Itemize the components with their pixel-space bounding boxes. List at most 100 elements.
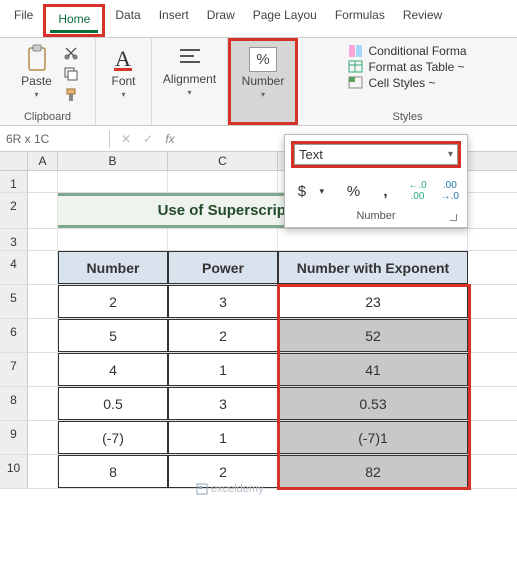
- cell[interactable]: [28, 171, 58, 192]
- row-header[interactable]: 5: [0, 285, 28, 318]
- tab-data[interactable]: Data: [107, 4, 148, 37]
- popout-group-label: Number: [291, 210, 461, 225]
- format-as-table-button[interactable]: Format as Table ~: [348, 60, 466, 74]
- cell[interactable]: [168, 229, 278, 250]
- cell-power[interactable]: 3: [168, 387, 278, 420]
- cell[interactable]: [28, 387, 58, 420]
- clipboard-group-label: Clipboard: [24, 109, 71, 123]
- cell[interactable]: [28, 353, 58, 386]
- row-4: 4 Number Power Number with Exponent: [0, 251, 517, 285]
- cell-number[interactable]: 8: [58, 455, 168, 488]
- cell-styles-button[interactable]: Cell Styles ~: [348, 76, 466, 90]
- cell-number[interactable]: 5: [58, 319, 168, 352]
- cell[interactable]: [58, 171, 168, 192]
- cell[interactable]: [28, 193, 58, 228]
- cell[interactable]: [28, 455, 58, 488]
- percent-icon: %: [249, 47, 276, 72]
- alignment-label: Alignment: [163, 72, 216, 86]
- cell[interactable]: [58, 229, 168, 250]
- cell-exponent[interactable]: 41: [278, 353, 468, 386]
- header-exponent[interactable]: Number with Exponent: [278, 251, 468, 284]
- cell[interactable]: [168, 171, 278, 192]
- tab-draw[interactable]: Draw: [199, 4, 243, 37]
- row-header[interactable]: 9: [0, 421, 28, 454]
- row-header[interactable]: 6: [0, 319, 28, 352]
- chevron-down-icon: ▾: [187, 88, 191, 97]
- col-header-b[interactable]: B: [58, 152, 168, 170]
- format-painter-button[interactable]: [62, 86, 80, 104]
- fx-button[interactable]: fx: [162, 132, 178, 146]
- brush-icon: [64, 88, 78, 102]
- cell-number[interactable]: 4: [58, 353, 168, 386]
- cell-number[interactable]: 2: [58, 285, 168, 318]
- row-header[interactable]: 2: [0, 193, 28, 228]
- header-number[interactable]: Number: [58, 251, 168, 284]
- col-header-c[interactable]: C: [168, 152, 278, 170]
- increase-decimal-button[interactable]: ←.0.00: [408, 180, 426, 202]
- ribbon-group-alignment: Alignment ▾: [152, 38, 228, 125]
- cell-exponent[interactable]: 0.53: [278, 387, 468, 420]
- decrease-decimal-button[interactable]: .00→.0: [441, 180, 459, 202]
- name-box[interactable]: 6R x 1C: [0, 130, 110, 148]
- row-header[interactable]: 1: [0, 171, 28, 192]
- comma-button[interactable]: ,: [376, 183, 394, 200]
- currency-dropdown[interactable]: ▾: [313, 186, 331, 197]
- tab-home[interactable]: Home: [50, 8, 98, 33]
- cell-number[interactable]: (-7): [58, 421, 168, 454]
- select-all-cell[interactable]: [0, 152, 28, 170]
- format-as-table-label: Format as Table ~: [368, 60, 464, 74]
- ribbon: Paste ▾ Clipboard A Font ▾ Alignment ▾: [0, 38, 517, 126]
- row-header[interactable]: 4: [0, 251, 28, 284]
- chevron-down-icon: ▾: [121, 90, 125, 99]
- cell[interactable]: [28, 319, 58, 352]
- conditional-formatting-button[interactable]: Conditional Forma: [348, 44, 466, 58]
- paste-button[interactable]: Paste ▾: [15, 42, 58, 101]
- cell-power[interactable]: 2: [168, 319, 278, 352]
- copy-button[interactable]: [62, 65, 80, 83]
- chevron-down-icon: ▾: [448, 149, 453, 160]
- row-header[interactable]: 10: [0, 455, 28, 488]
- tab-file[interactable]: File: [6, 4, 41, 37]
- col-header-a[interactable]: A: [28, 152, 58, 170]
- cell[interactable]: [28, 251, 58, 284]
- row-header[interactable]: 7: [0, 353, 28, 386]
- currency-button[interactable]: $: [293, 183, 311, 200]
- tab-formulas[interactable]: Formulas: [327, 4, 393, 37]
- conditional-format-icon: [348, 44, 364, 58]
- cell-styles-icon: [348, 76, 364, 90]
- cell-exponent[interactable]: (-7)1: [278, 421, 468, 454]
- cut-button[interactable]: [62, 44, 80, 62]
- cell-power[interactable]: 3: [168, 285, 278, 318]
- cell-exponent[interactable]: 82: [278, 455, 468, 488]
- cell-power[interactable]: 1: [168, 421, 278, 454]
- cell-power[interactable]: 1: [168, 353, 278, 386]
- row-header[interactable]: 8: [0, 387, 28, 420]
- cell-number[interactable]: 0.5: [58, 387, 168, 420]
- confirm-formula-button[interactable]: ✓: [140, 132, 156, 146]
- cell[interactable]: [278, 229, 468, 250]
- svg-text:A: A: [115, 46, 131, 71]
- chevron-down-icon: ▾: [34, 90, 38, 99]
- alignment-button[interactable]: Alignment ▾: [157, 42, 222, 99]
- cell[interactable]: [28, 285, 58, 318]
- row-header[interactable]: 3: [0, 229, 28, 250]
- row-7: 7 4 1 41: [0, 353, 517, 387]
- ribbon-group-clipboard: Paste ▾ Clipboard: [0, 38, 96, 125]
- number-format-value: Text: [299, 147, 323, 162]
- number-format-button[interactable]: % Number ▾: [236, 45, 291, 101]
- cell-exponent[interactable]: 23: [278, 285, 468, 318]
- cell[interactable]: [28, 229, 58, 250]
- header-power[interactable]: Power: [168, 251, 278, 284]
- tab-review[interactable]: Review: [395, 4, 450, 37]
- cell-exponent[interactable]: 52: [278, 319, 468, 352]
- percent-button[interactable]: %: [345, 183, 363, 200]
- row-8: 8 0.5 3 0.53: [0, 387, 517, 421]
- number-format-select[interactable]: Text ▾: [294, 144, 458, 165]
- tab-page-layout[interactable]: Page Layou: [245, 4, 325, 37]
- cell-power[interactable]: 2: [168, 455, 278, 488]
- tab-insert[interactable]: Insert: [151, 4, 197, 37]
- font-button[interactable]: A Font ▾: [105, 42, 141, 101]
- cell[interactable]: [28, 421, 58, 454]
- cancel-formula-button[interactable]: ✕: [118, 132, 134, 146]
- table-icon: [348, 60, 364, 74]
